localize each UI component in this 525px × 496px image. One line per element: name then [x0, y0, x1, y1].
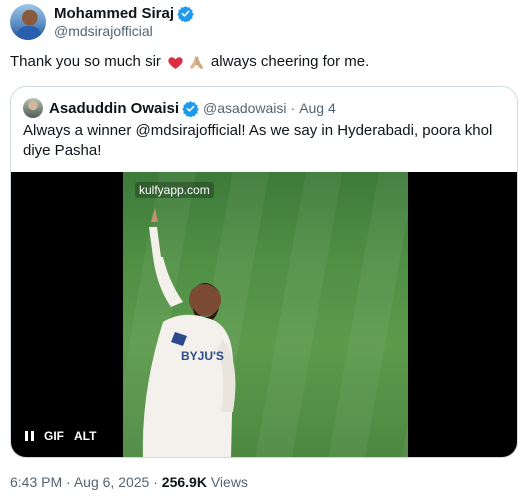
- quoted-tweet-header: Asaduddin Owaisi @asadowaisi · Aug 4: [23, 97, 336, 119]
- tweet-time[interactable]: 6:43 PM: [10, 474, 62, 490]
- gif-badge: GIF: [44, 429, 64, 443]
- alt-badge[interactable]: ALT: [74, 429, 96, 443]
- quoted-tweet-date[interactable]: Aug 4: [299, 100, 336, 116]
- views-label: Views: [210, 474, 248, 490]
- quoted-tweet-text: Always a winner @mdsirajofficial! As we …: [23, 122, 493, 159]
- author-display-name-text[interactable]: Mohammed Siraj: [54, 5, 174, 22]
- verified-badge-icon: [182, 100, 199, 117]
- tweet-text: Thank you so much sir always cheering fo…: [10, 52, 369, 72]
- bowler-figure: BYJU'S: [142, 208, 236, 457]
- meta-separator-2: ·: [153, 474, 158, 490]
- author-names: Mohammed Siraj @mdsirajofficial: [54, 5, 194, 40]
- tweet-author[interactable]: Mohammed Siraj @mdsirajofficial: [10, 4, 194, 40]
- tweet-text-before: Thank you so much sir: [10, 53, 161, 70]
- quoted-author-display-name[interactable]: Asaduddin Owaisi: [49, 100, 179, 117]
- quoted-separator: ·: [290, 100, 296, 116]
- quoted-tweet-media[interactable]: BYJU'S kulfyapp.com GIF ALT: [11, 172, 517, 457]
- quoted-author-avatar[interactable]: [23, 98, 43, 118]
- pause-icon[interactable]: [25, 431, 34, 441]
- tweet-date[interactable]: Aug 6, 2025: [74, 474, 150, 490]
- gif-controls: GIF ALT: [25, 429, 96, 443]
- author-avatar[interactable]: [10, 4, 46, 40]
- tweet-meta: 6:43 PM · Aug 6, 2025 · 256.9K Views: [10, 474, 248, 490]
- author-handle[interactable]: @mdsirajofficial: [54, 22, 194, 40]
- tweet-text-after: always cheering for me.: [210, 53, 370, 70]
- author-display-name[interactable]: Mohammed Siraj: [54, 5, 194, 22]
- gif-watermark: kulfyapp.com: [135, 182, 214, 198]
- quoted-tweet-card[interactable]: Asaduddin Owaisi @asadowaisi · Aug 4 Alw…: [10, 86, 518, 458]
- views-count: 256.9K: [161, 474, 207, 490]
- quoted-author-handle[interactable]: @asadowaisi: [203, 100, 286, 116]
- verified-badge-icon: [177, 5, 194, 22]
- gif-frame[interactable]: BYJU'S kulfyapp.com: [123, 172, 408, 457]
- svg-text:BYJU'S: BYJU'S: [181, 349, 224, 363]
- meta-separator: ·: [66, 474, 71, 490]
- folded-hands-icon: [189, 55, 204, 69]
- red-heart-icon: [168, 56, 183, 69]
